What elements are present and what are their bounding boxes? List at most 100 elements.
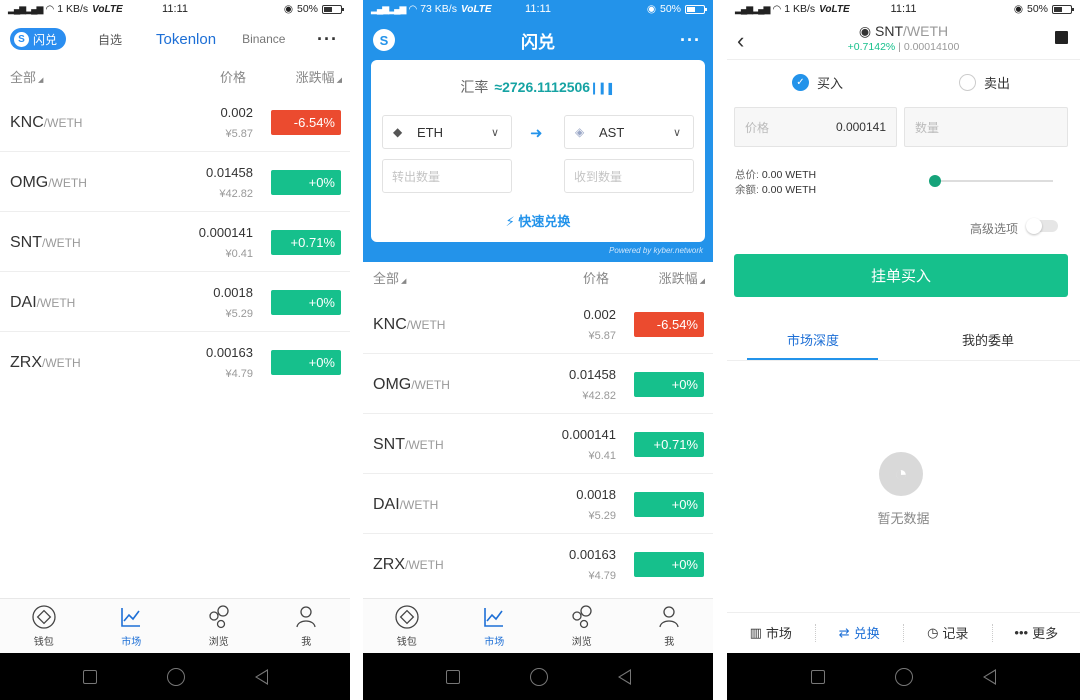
home-icon[interactable] <box>166 667 185 686</box>
price: 0.002 <box>583 307 616 322</box>
back-icon[interactable] <box>617 668 631 685</box>
wifi-icon: ◠ <box>408 3 418 15</box>
column-all-label: 全部 <box>373 270 400 286</box>
exchange-rate: 汇率 ≈2726.1112506 ▎▍▌ <box>371 77 705 97</box>
empty-state-text: 暂无数据 <box>877 511 930 526</box>
tab-tokenlon[interactable]: Tokenlon <box>156 31 216 48</box>
slider-knob[interactable] <box>929 175 941 187</box>
rate-value: ≈2726.1112506 <box>494 79 591 95</box>
pair-change: +0.7142% <box>847 41 896 53</box>
column-change-label: 涨跌幅 <box>658 270 698 286</box>
more-menu-icon[interactable]: ··· <box>317 30 338 48</box>
status-bar: ▂▄▆▂▄▆ ◠ 1 KB/s VoLTE 11:11 ◉ 50% <box>727 0 1080 18</box>
token-symbol: DAI <box>373 496 400 513</box>
market-row[interactable]: ZRX/WETH 0.00163 ¥4.79 +0% <box>0 332 350 392</box>
trade-nav-more[interactable]: ••• 更多 <box>993 624 1080 642</box>
amount-slider[interactable] <box>929 175 1053 187</box>
rate-label: 汇率 <box>460 79 489 95</box>
market-row[interactable]: KNC/WETH 0.002 ¥5.87 -6.54% <box>0 92 350 152</box>
signal-icon: ▂▄▆▂▄▆ <box>371 3 406 14</box>
market-row[interactable]: OMG/WETH 0.01458 ¥42.82 +0% <box>363 354 713 414</box>
cny-price: ¥42.82 <box>582 390 616 402</box>
recents-icon[interactable] <box>811 669 825 684</box>
tab-binance[interactable]: Binance <box>242 32 285 46</box>
token-symbol: SNT <box>373 436 405 453</box>
market-row[interactable]: SNT/WETH 0.000141 ¥0.41 +0.71% <box>0 212 350 272</box>
network-speed: 1 KB/s <box>57 3 89 15</box>
market-screen: ▂▄▆▂▄▆ ◠ 1 KB/s VoLTE 11:11 ◉ 50% S 闪兑 自… <box>0 0 350 700</box>
sell-radio[interactable]: 卖出 <box>959 73 1010 92</box>
nav-me[interactable]: 我 <box>263 599 351 653</box>
market-row[interactable]: OMG/WETH 0.01458 ¥42.82 +0% <box>0 152 350 212</box>
balance-value: 0.00 WETH <box>761 184 817 196</box>
more-menu-icon[interactable]: ··· <box>680 31 701 49</box>
recents-icon[interactable] <box>445 669 460 684</box>
column-change[interactable]: 涨跌幅 ◢ <box>659 268 705 287</box>
receive-amount-input[interactable]: 收到数量 <box>564 159 694 193</box>
market-row[interactable]: DAI/WETH 0.0018 ¥5.29 +0% <box>363 474 713 534</box>
wallet-icon <box>395 605 419 629</box>
trade-nav-records[interactable]: ◷ 记录 <box>904 623 993 642</box>
token-symbol: SNT <box>10 234 42 251</box>
pair-last-price: | 0.00014100 <box>895 41 960 53</box>
quick-swap-button[interactable]: ⚡ 快速兑换 <box>371 211 705 230</box>
send-amount-input[interactable]: 转出数量 <box>382 159 512 193</box>
nav-wallet[interactable]: 钱包 <box>363 599 451 653</box>
swap-direction-arrow-icon: ➜ <box>530 125 543 142</box>
snt-token-icon: ◉ <box>858 23 872 39</box>
instant-swap-button[interactable]: S 闪兑 <box>10 28 67 50</box>
price-value: 0.000141 <box>835 120 886 134</box>
nav-browse[interactable]: 浏览 <box>175 599 263 653</box>
change-badge: +0.71% <box>271 230 341 255</box>
nav-browse[interactable]: 浏览 <box>538 599 626 653</box>
trade-nav-swap[interactable]: ⇄ 兑换 <box>816 623 904 642</box>
quantity-input[interactable]: 数量 <box>904 107 1068 147</box>
swap-logo-icon[interactable]: S <box>373 29 395 51</box>
market-chart-icon <box>121 608 141 627</box>
price-input[interactable]: 价格 0.000141 <box>734 107 897 147</box>
orders-bag-icon[interactable] <box>1055 31 1068 44</box>
column-all[interactable]: 全部 ◢ <box>10 67 43 86</box>
nav-wallet-label: 钱包 <box>33 637 54 648</box>
nav-wallet[interactable]: 钱包 <box>0 599 88 653</box>
market-row[interactable]: KNC/WETH 0.002 ¥5.87 -6.54% <box>363 294 713 354</box>
to-token-select[interactable]: ◈ AST ∨ <box>564 115 694 149</box>
tab-my-orders[interactable]: 我的委单 <box>962 330 1014 349</box>
trade-nav-swap-label: 兑换 <box>853 626 880 641</box>
nav-market[interactable]: 市场 <box>88 599 176 653</box>
token-symbol: OMG <box>10 174 49 191</box>
chevron-down-icon: ∨ <box>672 126 681 139</box>
column-change[interactable]: 涨跌幅 ◢ <box>296 67 342 86</box>
home-icon[interactable] <box>529 667 548 686</box>
advanced-options-toggle[interactable] <box>1026 218 1058 234</box>
from-token-select[interactable]: ◆ ETH ∨ <box>382 115 512 149</box>
quote-symbol: /WETH <box>411 378 450 392</box>
back-icon[interactable] <box>254 668 268 685</box>
buy-radio[interactable]: ✓ 买入 <box>792 73 843 92</box>
home-icon[interactable] <box>895 667 913 686</box>
market-row[interactable]: SNT/WETH 0.000141 ¥0.41 +0.71% <box>363 414 713 474</box>
token-symbol: ZRX <box>10 354 42 371</box>
pair-title: ◉ SNT/WETH <box>727 23 1080 40</box>
tab-divider <box>727 360 1080 361</box>
volte-label: VoLTE <box>92 3 123 15</box>
back-icon[interactable] <box>983 668 996 685</box>
tab-market-depth[interactable]: 市场深度 <box>787 330 839 349</box>
cny-price: ¥5.87 <box>225 128 253 140</box>
recents-icon[interactable] <box>82 669 97 684</box>
tab-favorites[interactable]: 自选 <box>98 31 122 48</box>
price: 0.0018 <box>576 487 616 502</box>
trade-screen: ▂▄▆▂▄▆ ◠ 1 KB/s VoLTE 11:11 ◉ 50% ‹ ◉ SN… <box>727 0 1080 700</box>
market-row[interactable]: ZRX/WETH 0.00163 ¥4.79 +0% <box>363 534 713 594</box>
quick-swap-label: 快速兑换 <box>518 214 571 229</box>
nav-me-label: 我 <box>301 637 312 648</box>
market-row[interactable]: DAI/WETH 0.0018 ¥5.29 +0% <box>0 272 350 332</box>
trade-nav-market[interactable]: ▥ 市场 <box>727 623 816 642</box>
nav-me[interactable]: 我 <box>626 599 714 653</box>
nav-market[interactable]: 市场 <box>451 599 539 653</box>
nav-market-label: 市场 <box>484 637 505 648</box>
column-all[interactable]: 全部 ◢ <box>373 268 406 287</box>
place-buy-order-button[interactable]: 挂单买入 <box>734 254 1068 297</box>
rate-chart-icon[interactable]: ▎▍▌ <box>593 84 615 95</box>
market-column-header: 全部 ◢ 价格 涨跌幅 ◢ <box>363 262 713 292</box>
